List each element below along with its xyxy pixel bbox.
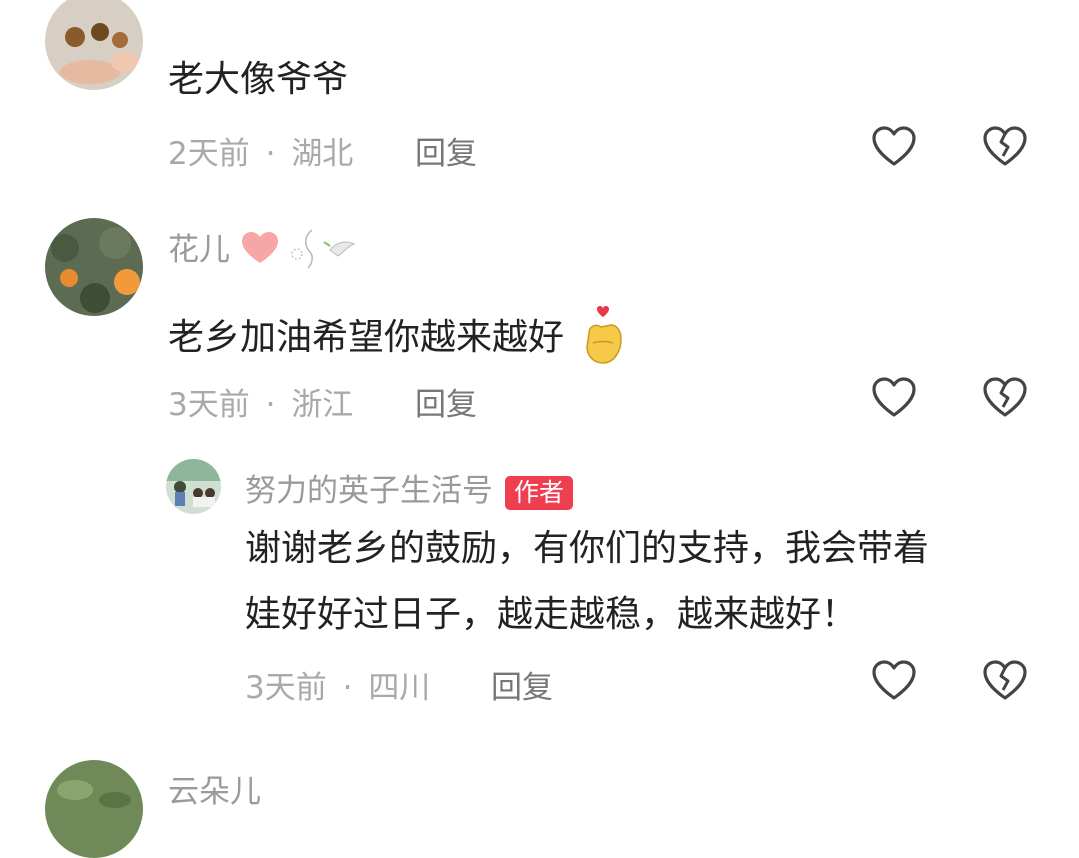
heart-emoji-icon (241, 232, 278, 263)
avatar[interactable] (45, 0, 143, 90)
comment-text-line: 娃好好过日子，越走越稳，越来越好！ (245, 594, 858, 635)
dislike-broken-heart-icon[interactable] (981, 123, 1029, 171)
reply-button[interactable]: 回复 (415, 128, 477, 173)
meta-separator: · (342, 670, 353, 706)
avatar[interactable] (45, 218, 143, 316)
comment-text-line: 谢谢老乡的鼓励，有你们的支持，我会带着 (245, 528, 930, 569)
dislike-broken-heart-icon[interactable] (981, 657, 1029, 705)
author-badge: 作者 (505, 475, 574, 510)
comment-text: 老大像爷爷 (168, 59, 349, 100)
reply-button[interactable]: 回复 (491, 662, 553, 707)
ornament-icon (290, 229, 356, 269)
comment-time: 3天前 · 四川 (245, 662, 430, 707)
comment-time-text: 2天前 (168, 136, 250, 172)
like-heart-icon[interactable] (870, 657, 918, 705)
finger-heart-emoji-icon (586, 306, 623, 364)
comment-text: 老乡加油希望你越来越好 (168, 303, 627, 367)
meta-separator: · (265, 387, 276, 423)
meta-separator: · (265, 136, 276, 172)
username-text: 花儿 (168, 232, 230, 268)
username[interactable]: 努力的英子生活号 作者 (245, 465, 574, 510)
username-text: 努力的英子生活号 (245, 473, 493, 509)
dislike-broken-heart-icon[interactable] (981, 374, 1029, 422)
comment-time-text: 3天前 (168, 387, 250, 423)
avatar[interactable] (45, 760, 143, 858)
comment-time-text: 3天前 (245, 670, 327, 706)
like-heart-icon[interactable] (870, 374, 918, 422)
comment-location: 四川 (368, 670, 431, 706)
comment-time: 3天前 · 浙江 (168, 379, 353, 424)
comment-location: 浙江 (291, 387, 354, 423)
comment-text-content: 老乡加油希望你越来越好 (168, 317, 565, 358)
reply-button[interactable]: 回复 (415, 379, 477, 424)
comment-time: 2天前 · 湖北 (168, 128, 353, 173)
like-heart-icon[interactable] (870, 123, 918, 171)
username[interactable]: 花儿 (168, 224, 360, 270)
username[interactable]: 云朵儿 (168, 766, 261, 811)
comment-location: 湖北 (291, 136, 354, 172)
avatar[interactable] (166, 459, 221, 514)
